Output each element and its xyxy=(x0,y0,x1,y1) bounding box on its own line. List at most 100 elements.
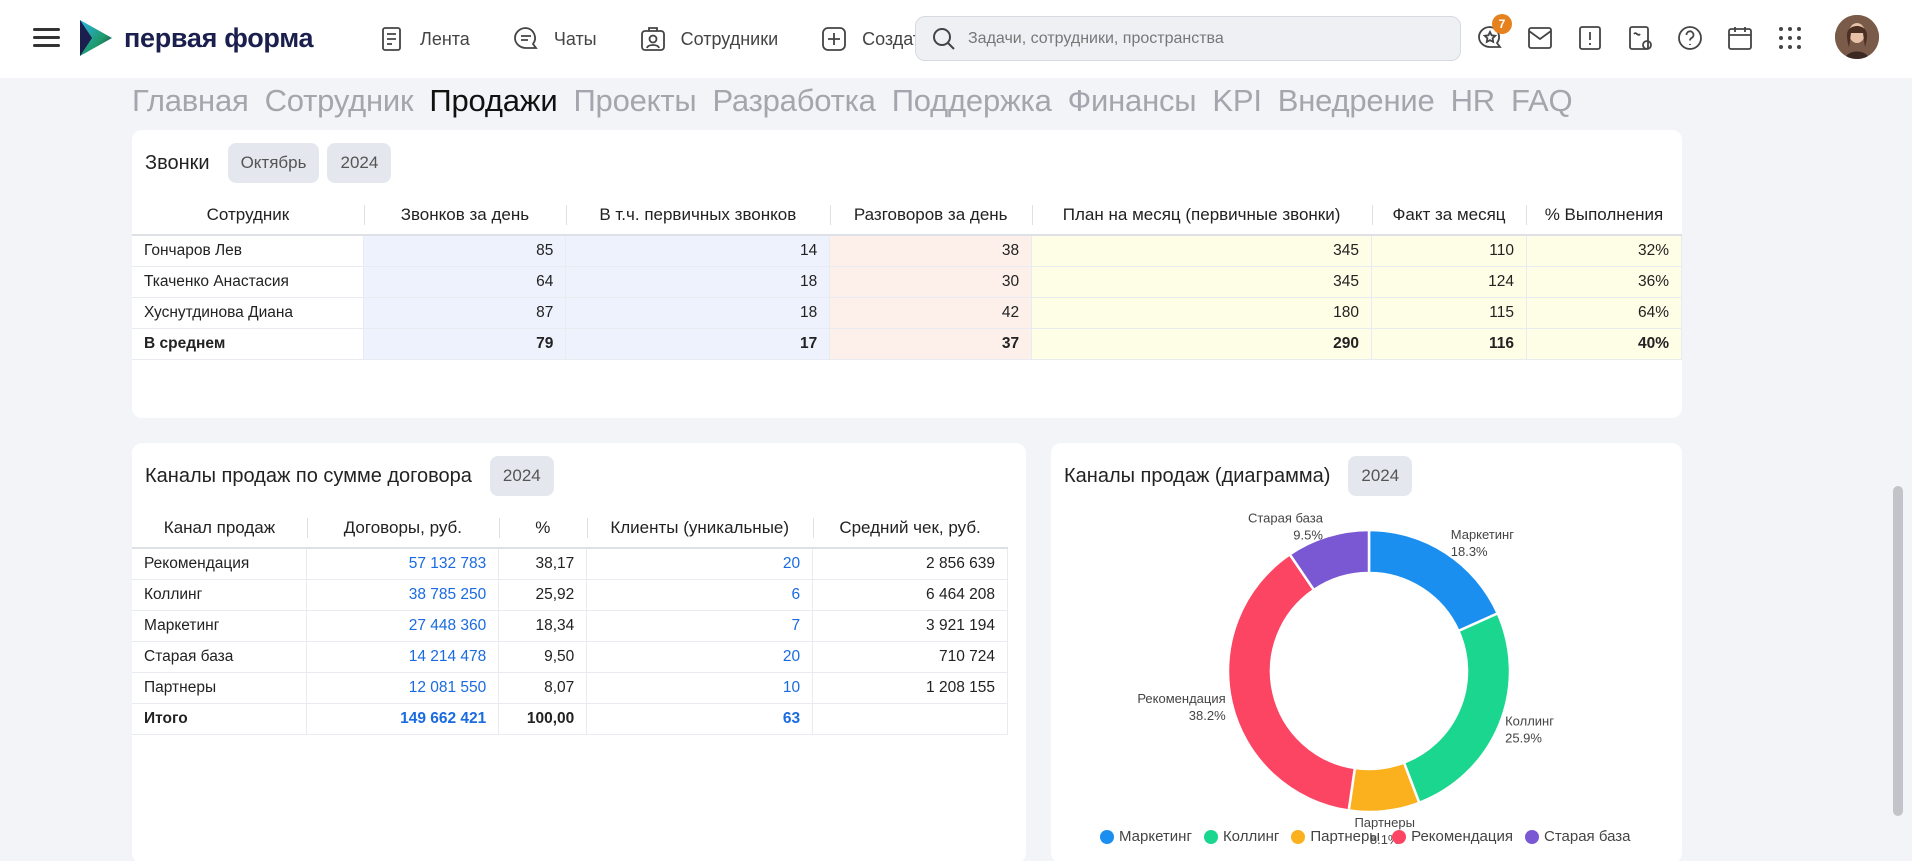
cell-calls-day: 87 xyxy=(363,297,567,329)
col-percent[interactable]: % xyxy=(498,509,587,549)
cell-percent: 100,00 xyxy=(498,703,588,735)
avatar[interactable] xyxy=(1835,15,1879,59)
cell-contracts-link[interactable]: 38 785 250 xyxy=(306,579,500,611)
legend-item[interactable]: Рекомендация xyxy=(1392,828,1513,845)
col-avg-check[interactable]: Средний чек, руб. xyxy=(812,509,1008,549)
cell-fact-month: 115 xyxy=(1371,297,1527,329)
cell-clients-link[interactable]: 20 xyxy=(586,548,814,580)
tab-kpi[interactable]: KPI xyxy=(1212,83,1262,119)
cell-clients-link[interactable]: 63 xyxy=(586,703,814,735)
cell-clients-link[interactable]: 7 xyxy=(586,610,814,642)
tab-finance[interactable]: Финансы xyxy=(1068,83,1197,119)
year-filter[interactable]: 2024 xyxy=(489,456,554,496)
tab-projects[interactable]: Проекты xyxy=(573,83,696,119)
table-row[interactable]: Ткаченко Анастасия 64 18 30 345 124 36% xyxy=(132,266,1682,298)
cell-channel: Коллинг xyxy=(132,579,308,611)
donut-slice-1[interactable] xyxy=(1402,611,1512,805)
table-row[interactable]: Рекомендация 57 132 783 38,17 20 2 856 6… xyxy=(132,548,1008,580)
logo[interactable]: первая форма xyxy=(78,18,314,58)
alerts-button[interactable] xyxy=(1576,22,1604,54)
signed-doc-icon xyxy=(1629,26,1652,50)
calls-card: Звонки Октябрь 2024 Сотрудник Звонков за… xyxy=(132,130,1682,418)
table-row[interactable]: Хуснутдинова Диана 87 18 42 180 115 64% xyxy=(132,297,1682,329)
tab-faq[interactable]: FAQ xyxy=(1511,83,1573,119)
cell-calls-day: 79 xyxy=(363,328,567,360)
table-row[interactable]: Коллинг 38 785 250 25,92 6 6 464 208 xyxy=(132,579,1008,611)
cell-primary-calls: 17 xyxy=(565,328,831,360)
nav-feed[interactable]: Лента xyxy=(380,22,470,56)
col-calls-day[interactable]: Звонков за день xyxy=(363,196,566,236)
legend-item[interactable]: Коллинг xyxy=(1203,828,1279,845)
table-row[interactable]: Маркетинг 27 448 360 18,34 7 3 921 194 xyxy=(132,610,1008,642)
menu-icon[interactable] xyxy=(33,26,60,48)
tab-support[interactable]: Поддержка xyxy=(892,83,1052,119)
col-clients[interactable]: Клиенты (уникальные) xyxy=(586,509,813,549)
scrollbar[interactable] xyxy=(1893,486,1903,816)
requests-button[interactable] xyxy=(1626,22,1654,54)
plus-icon xyxy=(822,27,847,51)
slice-percent: 9.5% xyxy=(1293,527,1323,542)
tab-implementation[interactable]: Внедрение xyxy=(1278,83,1435,119)
search-input[interactable] xyxy=(968,29,1438,48)
nav-chats[interactable]: Чаты xyxy=(512,22,597,56)
col-completion[interactable]: % Выполнения xyxy=(1526,196,1682,236)
month-filter[interactable]: Октябрь xyxy=(227,143,320,183)
col-channel[interactable]: Канал продаж xyxy=(132,509,307,549)
legend-item[interactable]: Маркетинг xyxy=(1100,828,1192,845)
tab-hr[interactable]: HR xyxy=(1451,83,1496,119)
slice-percent: 25.9% xyxy=(1505,731,1542,746)
cell-completion: 64% xyxy=(1526,297,1682,329)
donut-slice-3[interactable] xyxy=(1226,552,1357,812)
cell-clients-link[interactable]: 20 xyxy=(586,641,814,673)
search-icon xyxy=(933,27,955,50)
channels-title: Каналы продаж по сумме договора xyxy=(145,464,472,487)
apps-button[interactable] xyxy=(1776,22,1804,54)
legend-item[interactable]: Старая база xyxy=(1524,828,1631,845)
col-plan-month[interactable]: План на месяц (первичные звонки) xyxy=(1031,196,1372,236)
cell-fact-month: 124 xyxy=(1371,266,1527,298)
col-primary-calls[interactable]: В т.ч. первичных звонков xyxy=(565,196,830,236)
legend-dot xyxy=(1291,829,1306,844)
col-contracts[interactable]: Договоры, руб. xyxy=(306,509,499,549)
table-row[interactable]: Старая база 14 214 478 9,50 20 710 724 xyxy=(132,641,1008,673)
table-row[interactable]: Гончаров Лев 85 14 38 345 110 32% xyxy=(132,235,1682,267)
channels-card: Каналы продаж по сумме договора 2024 Кан… xyxy=(132,443,1026,861)
tab-development[interactable]: Разработка xyxy=(712,83,875,119)
favorites-chat-button[interactable]: 7 xyxy=(1476,14,1512,54)
cell-channel: Маркетинг xyxy=(132,610,308,642)
donut-chart: Маркетинг18.3%Коллинг25.9%Партнеры8.1%Ре… xyxy=(1137,510,1554,847)
help-button[interactable] xyxy=(1676,22,1704,54)
channels-chart-card: Каналы продаж (диаграмма) 2024 Маркетинг… xyxy=(1051,443,1682,861)
cell-clients-link[interactable]: 10 xyxy=(586,672,814,704)
col-talks-day[interactable]: Разговоров за день xyxy=(829,196,1032,236)
legend-item[interactable]: Партнеры xyxy=(1291,828,1380,845)
col-fact-month[interactable]: Факт за месяц xyxy=(1371,196,1527,236)
notification-badge: 7 xyxy=(1492,14,1512,34)
cell-clients-link[interactable]: 6 xyxy=(586,579,814,611)
cell-contracts-link[interactable]: 12 081 550 xyxy=(306,672,500,704)
col-employee[interactable]: Сотрудник xyxy=(132,196,364,236)
mail-button[interactable] xyxy=(1526,22,1554,54)
slice-percent: 38.2% xyxy=(1189,708,1226,723)
cell-contracts-link[interactable]: 149 662 421 xyxy=(306,703,500,735)
cell-percent: 9,50 xyxy=(498,641,588,673)
search-box[interactable] xyxy=(915,16,1461,61)
cell-contracts-link[interactable]: 57 132 783 xyxy=(306,548,500,580)
tab-main[interactable]: Главная xyxy=(132,83,249,119)
cell-plan-month: 345 xyxy=(1031,235,1373,267)
calendar-button[interactable] xyxy=(1726,22,1754,54)
cell-contracts-link[interactable]: 27 448 360 xyxy=(306,610,500,642)
nav-create[interactable]: Создать xyxy=(820,22,931,56)
legend-dot xyxy=(1100,829,1114,844)
table-row[interactable]: Партнеры 12 081 550 8,07 10 1 208 155 xyxy=(132,672,1008,704)
tab-sales[interactable]: Продажи xyxy=(429,83,557,119)
slice-label: Рекомендация xyxy=(1137,691,1225,706)
cell-talks-day: 30 xyxy=(829,266,1033,298)
cell-contracts-link[interactable]: 14 214 478 xyxy=(306,641,500,673)
year-filter[interactable]: 2024 xyxy=(327,143,392,183)
cell-fact-month: 116 xyxy=(1371,328,1527,360)
legend-label: Старая база xyxy=(1543,828,1631,845)
nav-employees[interactable]: Сотрудники xyxy=(639,22,778,56)
cell-channel: Рекомендация xyxy=(132,548,308,580)
tab-employee[interactable]: Сотрудник xyxy=(265,83,414,119)
